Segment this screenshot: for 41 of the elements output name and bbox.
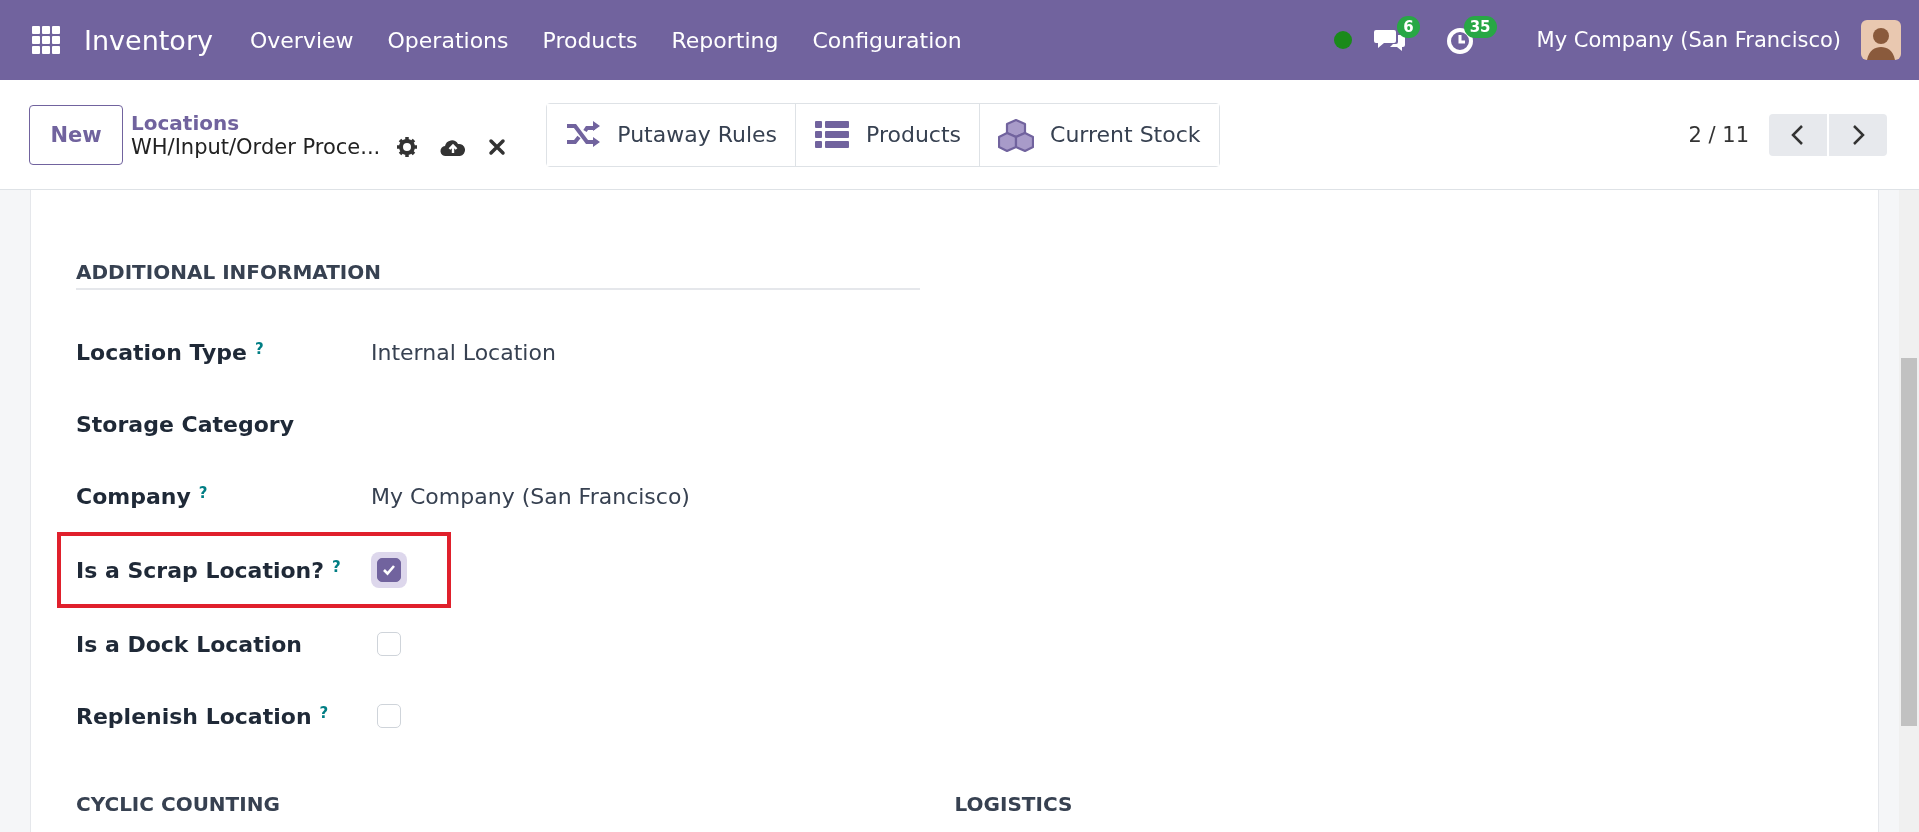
help-tooltip[interactable]: ? — [254, 339, 264, 358]
section-heading: ADDITIONAL INFORMATION — [76, 260, 920, 290]
status-dot-icon — [1333, 30, 1354, 50]
smart-button[interactable]: Putaway Rules — [547, 103, 797, 166]
field-label: Replenish Location — [76, 703, 312, 729]
gear-icon[interactable] — [396, 135, 419, 158]
previous-icon[interactable] — [1769, 113, 1827, 156]
checkbox[interactable] — [377, 558, 401, 582]
checkmark-icon — [382, 564, 396, 576]
pager-value: 2 / 11 — [1688, 122, 1749, 147]
menu-item[interactable]: Overview — [249, 27, 354, 53]
avatar-icon[interactable] — [1861, 20, 1901, 60]
section-heading: LOGISTICS — [954, 792, 1074, 816]
help-tooltip[interactable]: ? — [319, 703, 329, 722]
field-label: Company — [76, 483, 191, 509]
record-name: WH/Input/Order Proce... — [131, 134, 381, 159]
next-icon[interactable] — [1829, 113, 1887, 156]
app-name[interactable]: Inventory — [84, 24, 213, 56]
field-label: Location Type — [76, 339, 247, 365]
menu-item[interactable]: Operations — [387, 27, 509, 53]
field-value: My Company (San Francisco) — [371, 483, 690, 509]
activity-count: 35 — [1463, 16, 1497, 38]
scrollbar-thumb[interactable] — [1901, 358, 1917, 726]
menu-item[interactable]: Configuration — [812, 27, 962, 53]
new-button[interactable]: New — [29, 104, 123, 165]
menu-item[interactable]: Reporting — [671, 27, 779, 53]
company-switcher[interactable]: My Company (San Francisco) — [1536, 28, 1841, 52]
help-tooltip[interactable]: ? — [332, 557, 341, 576]
menu-item[interactable]: Products — [542, 27, 638, 53]
help-tooltip[interactable]: ? — [198, 483, 208, 502]
field-label: Storage Category — [76, 411, 294, 437]
field-value: Internal Location — [371, 339, 556, 365]
close-icon[interactable] — [488, 137, 507, 156]
breadcrumb-link[interactable]: Locations — [131, 110, 507, 135]
message-count: 6 — [1397, 16, 1420, 38]
apps-menu-icon[interactable] — [32, 26, 60, 54]
section-heading: CYCLIC COUNTING — [76, 792, 281, 816]
field-label: Is a Dock Location — [76, 631, 302, 657]
cubes-icon — [998, 117, 1035, 152]
scrollbar[interactable] — [1899, 190, 1919, 832]
field-label: Is a Scrap Location? — [76, 557, 325, 583]
